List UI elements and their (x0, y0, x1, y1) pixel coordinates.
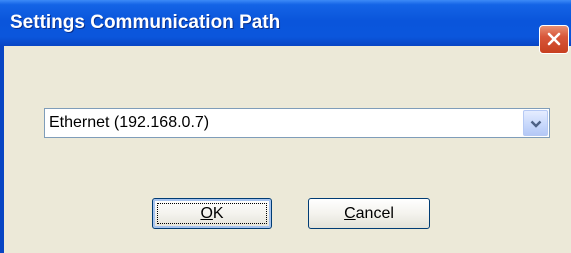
close-button[interactable] (539, 25, 569, 54)
cancel-button-label: ancel (355, 205, 394, 222)
dropdown-arrow-button[interactable] (523, 110, 548, 136)
communication-path-select[interactable]: Ethernet (192.168.0.7) (44, 108, 550, 138)
settings-dialog: Settings Communication Path Ethernet (19… (0, 0, 571, 253)
dialog-body: Ethernet (192.168.0.7) OK Cancel (0, 46, 571, 253)
cancel-button[interactable]: Cancel (308, 198, 430, 229)
cancel-button-mnemonic: C (344, 205, 356, 222)
chevron-down-icon (530, 120, 542, 128)
ok-button[interactable]: OK (152, 198, 272, 229)
title-bar[interactable]: Settings Communication Path (0, 0, 571, 46)
selected-path-value: Ethernet (192.168.0.7) (49, 114, 210, 131)
close-icon (547, 32, 561, 46)
window-title: Settings Communication Path (10, 12, 281, 33)
focus-rectangle (157, 203, 267, 224)
